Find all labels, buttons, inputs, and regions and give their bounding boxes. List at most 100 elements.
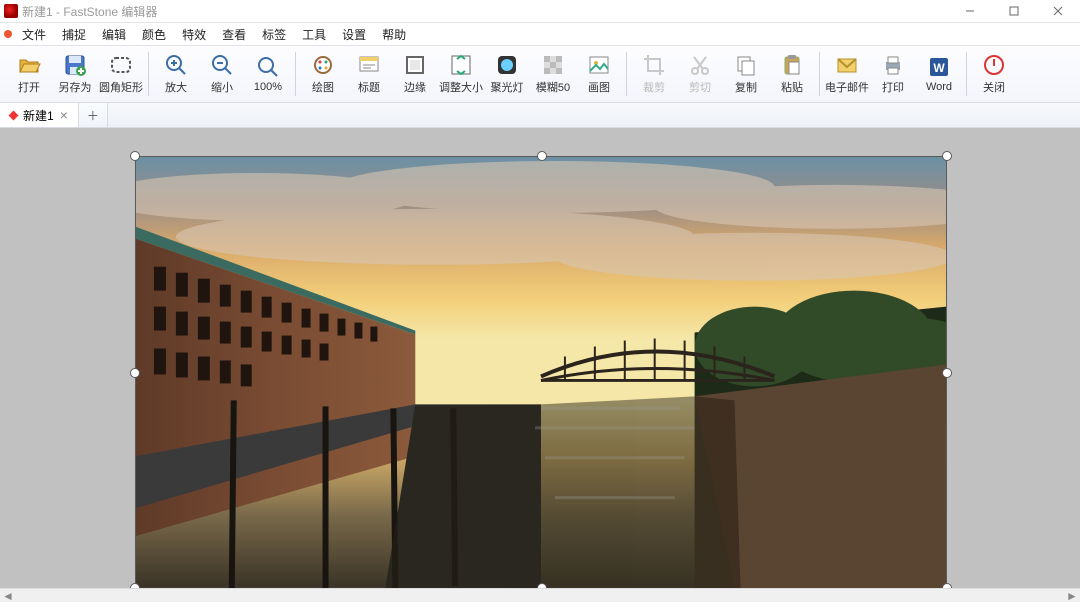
close-icon [982, 53, 1006, 77]
toolbar-email-button[interactable]: 电子邮件 [824, 46, 870, 102]
toolbar-separator [148, 52, 149, 96]
tab-close-button[interactable]: × [60, 110, 68, 120]
menu-工具[interactable]: 工具 [294, 24, 334, 45]
menu-标签[interactable]: 标签 [254, 24, 294, 45]
toolbar-roundrect-button[interactable]: 圆角矩形 [98, 46, 144, 102]
toolbar-picture-button[interactable]: 画图 [576, 46, 622, 102]
zoom100-icon [256, 55, 280, 79]
toolbar-resize-button[interactable]: 调整大小 [438, 46, 484, 102]
toolbar-word-button[interactable]: W Word [916, 46, 962, 102]
caption-icon [357, 53, 381, 77]
workspace: ◄ ► [0, 128, 1080, 602]
menu-accent-icon [4, 30, 12, 38]
toolbar-saveas-button[interactable]: 另存为 [52, 46, 98, 102]
toolbar-label: 裁剪 [643, 79, 665, 95]
menu-捕捉[interactable]: 捕捉 [54, 24, 94, 45]
draw-icon [311, 53, 335, 77]
tab-label: 新建1 [23, 107, 54, 124]
menubar: 文件捕捉编辑颜色特效查看标签工具设置帮助 [0, 23, 1080, 45]
resize-handle-nw[interactable] [130, 151, 140, 161]
toolbar-label: 标题 [358, 79, 380, 95]
canvas[interactable] [135, 156, 947, 588]
menu-特效[interactable]: 特效 [174, 24, 214, 45]
spotlight-icon [495, 53, 519, 77]
resize-handle-n[interactable] [537, 151, 547, 161]
menu-查看[interactable]: 查看 [214, 24, 254, 45]
scroll-right-icon[interactable]: ► [1064, 589, 1080, 602]
paste-icon [780, 53, 804, 77]
toolbar-label: 缩小 [211, 79, 233, 95]
toolbar-label: Word [926, 81, 952, 93]
toolbar-crop-button: 裁剪 [631, 46, 677, 102]
resize-handle-ne[interactable] [942, 151, 952, 161]
open-icon [17, 53, 41, 77]
toolbar-spotlight-button[interactable]: 聚光灯 [484, 46, 530, 102]
menu-帮助[interactable]: 帮助 [374, 24, 414, 45]
resize-icon [449, 53, 473, 77]
toolbar-label: 复制 [735, 79, 757, 95]
toolbar-open-button[interactable]: 打开 [6, 46, 52, 102]
toolbar-label: 调整大小 [439, 79, 483, 95]
toolbar-separator [626, 52, 627, 96]
titlebar: 新建1 - FastStone 编辑器 [0, 0, 1080, 23]
toolbar-blur-button[interactable]: 模糊50 [530, 46, 576, 102]
edge-icon [403, 53, 427, 77]
toolbar-separator [295, 52, 296, 96]
scroll-left-icon[interactable]: ◄ [0, 589, 16, 602]
toolbar-label: 圆角矩形 [99, 79, 143, 95]
toolbar-label: 打印 [882, 79, 904, 95]
cut-icon [688, 53, 712, 77]
toolbar-separator [819, 52, 820, 96]
toolbar-label: 模糊50 [536, 79, 570, 95]
toolbar-label: 聚光灯 [491, 79, 524, 95]
toolbar-print-button[interactable]: 打印 [870, 46, 916, 102]
toolbar-caption-button[interactable]: 标题 [346, 46, 392, 102]
window-controls [948, 0, 1080, 22]
toolbar-copy-button[interactable]: 复制 [723, 46, 769, 102]
toolbar-label: 粘贴 [781, 79, 803, 95]
roundrect-icon [109, 53, 133, 77]
resize-handle-w[interactable] [130, 368, 140, 378]
toolbar-label: 100% [254, 81, 282, 93]
window-title: 新建1 - FastStone 编辑器 [22, 3, 157, 20]
menu-文件[interactable]: 文件 [14, 24, 54, 45]
app-icon [4, 4, 18, 18]
crop-icon [642, 53, 666, 77]
minimize-button[interactable] [948, 0, 992, 22]
toolbar-cut-button: 剪切 [677, 46, 723, 102]
saveas-icon [63, 53, 87, 77]
toolbar-draw-button[interactable]: 绘图 [300, 46, 346, 102]
menu-设置[interactable]: 设置 [334, 24, 374, 45]
toolbar-label: 放大 [165, 79, 187, 95]
svg-text:W: W [933, 61, 945, 75]
toolbar-label: 关闭 [983, 79, 1005, 95]
toolbar-zoomin-button[interactable]: 放大 [153, 46, 199, 102]
tab-document[interactable]: 新建1 × [0, 103, 79, 127]
tabbar: 新建1 × ＋ [0, 103, 1080, 128]
toolbar-label: 另存为 [59, 79, 92, 95]
toolbar-close-button[interactable]: 关闭 [971, 46, 1017, 102]
add-tab-button[interactable]: ＋ [79, 103, 108, 127]
close-window-button[interactable] [1036, 0, 1080, 22]
horizontal-scrollbar[interactable]: ◄ ► [0, 588, 1080, 602]
menu-编辑[interactable]: 编辑 [94, 24, 134, 45]
document-image[interactable] [135, 156, 947, 589]
copy-icon [734, 53, 758, 77]
zoomout-icon [210, 53, 234, 77]
blur-icon [541, 53, 565, 77]
toolbar-edge-button[interactable]: 边缘 [392, 46, 438, 102]
toolbar: 打开另存为圆角矩形 放大 缩小 100% 绘图 标题边缘调整大小聚光灯模糊50 画图 裁剪 剪切… [0, 45, 1080, 103]
menu-颜色[interactable]: 颜色 [134, 24, 174, 45]
toolbar-separator [966, 52, 967, 96]
picture-icon [587, 53, 611, 77]
dirty-indicator-icon [9, 110, 19, 120]
toolbar-zoomout-button[interactable]: 缩小 [199, 46, 245, 102]
maximize-button[interactable] [992, 0, 1036, 22]
toolbar-label: 绘图 [312, 79, 334, 95]
toolbar-label: 剪切 [689, 79, 711, 95]
toolbar-zoom100-button[interactable]: 100% [245, 46, 291, 102]
toolbar-paste-button[interactable]: 粘贴 [769, 46, 815, 102]
email-icon [835, 53, 859, 77]
resize-handle-e[interactable] [942, 368, 952, 378]
toolbar-label: 画图 [588, 79, 610, 95]
